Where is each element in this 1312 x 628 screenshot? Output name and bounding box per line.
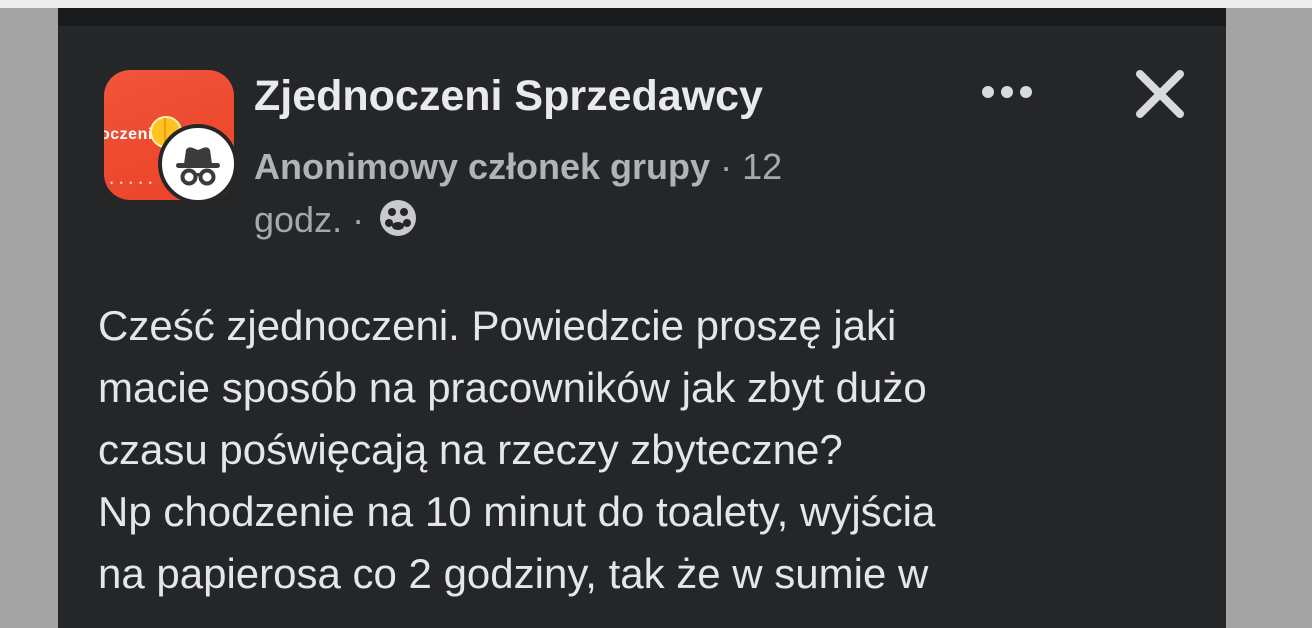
post-text-line: Np chodzenie na 10 minut do toalety, wyj… [98,488,936,535]
post-text-line: na papierosa co 2 godziny, tak że w sumi… [98,550,929,597]
post-text-line: macie sposób na pracowników jak zbyt duż… [98,364,927,411]
panel-top-bar [58,8,1226,26]
more-options-icon [982,86,1032,98]
post-text: Cześć zjednoczeni. Powiedzcie proszę jak… [98,295,1208,605]
group-avatar-decoration: • • • • • [110,178,154,188]
group-members-icon [378,198,418,247]
top-edge [0,0,1312,8]
author-name[interactable]: Anonimowy członek grupy [254,146,710,187]
post-text-line: czasu poświęcają na rzeczy zbyteczne? [98,426,843,473]
backdrop-left [0,8,58,628]
anonymous-member-avatar[interactable] [158,124,238,204]
close-icon [1136,70,1184,118]
post-meta-continued: godz. · [254,198,418,247]
meta-separator: · [352,199,365,240]
anonymous-incognito-icon [164,130,232,198]
more-options-button[interactable] [972,72,1042,112]
group-name[interactable]: Zjednoczeni Sprzedawcy [254,72,763,121]
post-text-line: Cześć zjednoczeni. Powiedzcie proszę jak… [98,302,897,349]
post-time-unit[interactable]: godz. [254,199,342,240]
backdrop-right [1226,8,1312,628]
post-meta: Anonimowy członek grupy · 12 [254,146,782,188]
post-card: oczeni • • • • • Zjednoczeni Sprzedawcy … [58,8,1226,628]
meta-separator: · [720,146,733,187]
close-button[interactable] [1130,64,1190,124]
group-avatar-text: oczeni [104,126,153,143]
post-time-value[interactable]: 12 [742,146,782,187]
